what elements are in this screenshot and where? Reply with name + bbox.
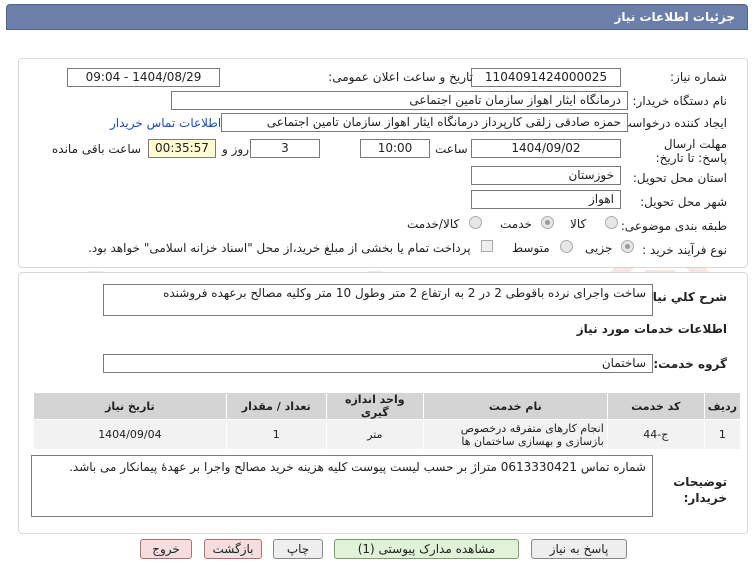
row-number: 1 (703, 419, 742, 450)
payment-note: پرداخت تمام یا بخشی از مبلغ خرید،از محل … (88, 241, 471, 255)
summary-field: ساخت واجرای نرده باقوطی 2 در 2 به ارتفاع… (103, 284, 653, 316)
page-title: جزئیات اطلاعات نیاز (614, 10, 735, 24)
service-code: ج-44 (606, 419, 705, 450)
service-group-label: گروه خدمت: (653, 357, 727, 371)
category-label: طبقه بندی موضوعی: (620, 219, 727, 233)
city-field: اهواز (471, 190, 621, 209)
buyer-notes-field: شماره تماس 0613330421 متراژ بر حسب لیست … (31, 455, 653, 517)
category-option-goods-service: کالا/خدمت (407, 217, 460, 231)
days-label: روز و (222, 142, 249, 156)
column-header: تاریخ نیاز (33, 392, 227, 420)
remaining-label: ساعت باقی مانده (52, 142, 142, 156)
service-unit: متر (325, 419, 424, 450)
category-option-service: خدمت (500, 217, 532, 231)
deadline-time-field: 10:00 (360, 139, 430, 158)
column-header: کد خدمت (606, 392, 705, 420)
exit-button[interactable]: خروج (140, 539, 192, 559)
buyer-org-label: نام دستگاه خریدار: (632, 94, 728, 108)
deadline-date-field: 1404/09/02 (471, 139, 621, 158)
column-header: نام خدمت (422, 392, 608, 420)
services-table: ردیف کد خدمت نام خدمت واحد اندازه گیری ت… (33, 392, 742, 450)
category-radio-service[interactable] (541, 216, 554, 229)
service-name: انجام کارهای متفرقه درخصوص بازسازی و بهس… (422, 419, 608, 450)
remaining-time-field: 00:35:57 (148, 139, 216, 158)
province-label: استان محل تحویل: (632, 171, 727, 185)
service-qty: 1 (225, 419, 327, 450)
buyer-org-field: درمانگاه ایثار اهواز سازمان تامین اجتماع… (171, 91, 628, 110)
process-radio-minor[interactable] (621, 240, 634, 253)
need-number-label: شماره نیاز: (670, 70, 727, 84)
process-option-minor: جزیی (585, 241, 613, 255)
page-header: جزئیات اطلاعات نیاز (6, 4, 748, 30)
announce-label: تاریخ و ساعت اعلان عمومی: (328, 70, 473, 84)
back-button[interactable]: بازگشت (204, 539, 262, 559)
days-field: 3 (250, 139, 320, 158)
category-radio-goods-service[interactable] (469, 216, 482, 229)
buyer-notes-label: توضیحات خریدار: (673, 475, 727, 505)
reply-button[interactable]: پاسخ به نیاز (531, 539, 627, 559)
category-option-goods: کالا (570, 217, 587, 231)
table-row: 1 ج-44 انجام کارهای متفرقه درخصوص بازساز… (33, 419, 742, 450)
services-section-title: اطلاعات خدمات مورد نیاز (576, 322, 727, 336)
process-option-medium: متوسط (512, 241, 550, 255)
view-attachments-button[interactable]: مشاهده مدارک پیوستی (1) (334, 539, 519, 559)
column-header: تعداد / مقدار (225, 392, 327, 420)
service-group-field: ساختمان (103, 354, 653, 373)
need-number-field: 1104091424000025 (471, 68, 621, 87)
province-field: خوزستان (471, 166, 621, 185)
buyer-contact-link[interactable]: اطلاعات تماس خریدار (110, 116, 221, 130)
process-radio-medium[interactable] (560, 240, 573, 253)
category-radio-goods[interactable] (605, 216, 618, 229)
creator-field: حمزه صادقی زلقی کارپرداز درمانگاه ایثار … (221, 113, 628, 132)
announce-field: 1404/08/29 - 09:04 (67, 68, 220, 87)
print-button[interactable]: چاپ (273, 539, 323, 559)
summary-label: شرح کلي نياز: (641, 290, 727, 304)
deadline-label: مهلت ارسال پاسخ: تا تاریخ: (655, 137, 727, 165)
column-header: ردیف (703, 392, 742, 420)
column-header: واحد اندازه گیری (325, 392, 424, 420)
service-date: 1404/09/04 (33, 419, 227, 450)
deadline-time-label: ساعت (435, 142, 468, 156)
creator-label: ایجاد کننده درخواست: (616, 116, 727, 130)
table-header-row: ردیف کد خدمت نام خدمت واحد اندازه گیری ت… (33, 392, 742, 420)
process-label: نوع فرآیند خرید : (642, 243, 727, 257)
city-label: شهر محل تحویل: (640, 195, 727, 209)
treasury-payment-checkbox[interactable] (481, 240, 493, 252)
